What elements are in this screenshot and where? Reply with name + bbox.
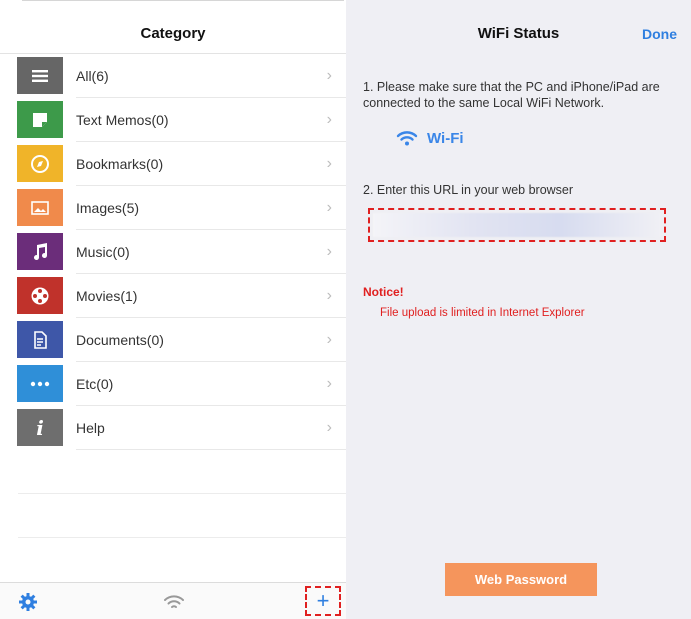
category-label: All(6): [76, 68, 109, 84]
category-item-music[interactable]: Music(0) ›: [0, 230, 346, 274]
chevron-right-icon: ›: [326, 331, 332, 348]
chevron-right-icon: ›: [326, 243, 332, 260]
category-label: Images(5): [76, 200, 140, 216]
empty-row-divider: [18, 493, 346, 494]
wifi-icon: [396, 131, 418, 146]
category-label: Text Memos(0): [76, 112, 169, 128]
chevron-right-icon: ›: [326, 287, 332, 304]
film-reel-icon: [17, 277, 63, 314]
chevron-right-icon: ›: [326, 155, 332, 172]
done-button[interactable]: Done: [642, 14, 677, 54]
category-item-help[interactable]: i Help ›: [0, 406, 346, 450]
category-label: Etc(0): [76, 376, 114, 392]
category-item-etc[interactable]: Etc(0) ›: [0, 362, 346, 406]
chevron-right-icon: ›: [326, 375, 332, 392]
category-item-all[interactable]: All(6) ›: [0, 54, 346, 98]
chevron-right-icon: ›: [326, 67, 332, 84]
add-button[interactable]: +: [305, 586, 341, 616]
list-icon: [17, 57, 63, 94]
wifi-status-panel: WiFi Status Done 1. Please make sure tha…: [346, 0, 691, 619]
bottom-toolbar: [0, 582, 346, 619]
chevron-right-icon: ›: [326, 419, 332, 436]
instruction-step-1: 1. Please make sure that the PC and iPho…: [363, 80, 660, 110]
chevron-right-icon: ›: [326, 199, 332, 216]
web-password-button[interactable]: Web Password: [445, 563, 597, 596]
category-panel: Category All(6) › Text Memos(0) › Bookma…: [0, 0, 346, 619]
page-title: WiFi Status: [477, 25, 560, 42]
document-icon: [17, 321, 63, 358]
top-divider: [22, 0, 344, 1]
category-item-movies[interactable]: Movies(1) ›: [0, 274, 346, 318]
gear-icon[interactable]: [18, 592, 38, 612]
divider: [76, 449, 346, 450]
wifi-status-header: WiFi Status Done: [346, 14, 691, 54]
image-icon: [17, 189, 63, 226]
category-label: Help: [76, 420, 105, 436]
more-dots-icon: [17, 365, 63, 402]
category-label: Bookmarks(0): [76, 156, 164, 172]
memo-icon: [17, 101, 63, 138]
compass-icon: [17, 145, 63, 182]
category-list: All(6) › Text Memos(0) › Bookmarks(0) ›: [0, 54, 346, 450]
wifi-network: Wi-Fi: [396, 127, 464, 149]
music-note-icon: [17, 233, 63, 270]
category-label: Movies(1): [76, 288, 138, 304]
category-item-images[interactable]: Images(5) ›: [0, 186, 346, 230]
instruction-step-2: 2. Enter this URL in your web browser: [363, 183, 574, 197]
url-field-highlight: [368, 208, 666, 242]
category-item-documents[interactable]: Documents(0) ›: [0, 318, 346, 362]
notice-text: File upload is limited in Internet Explo…: [380, 307, 585, 319]
category-title: Category: [0, 14, 346, 54]
info-icon: i: [17, 409, 63, 446]
url-blurred: [373, 213, 661, 237]
notice-title: Notice!: [363, 285, 404, 299]
wifi-network-name: Wi-Fi: [427, 129, 464, 147]
category-item-bookmarks[interactable]: Bookmarks(0) ›: [0, 142, 346, 186]
chevron-right-icon: ›: [326, 111, 332, 128]
category-item-text-memos[interactable]: Text Memos(0) ›: [0, 98, 346, 142]
plus-icon: +: [316, 588, 330, 613]
category-label: Music(0): [76, 244, 130, 260]
empty-row-divider: [18, 537, 346, 538]
category-label: Documents(0): [76, 332, 164, 348]
wifi-icon[interactable]: [163, 593, 185, 611]
